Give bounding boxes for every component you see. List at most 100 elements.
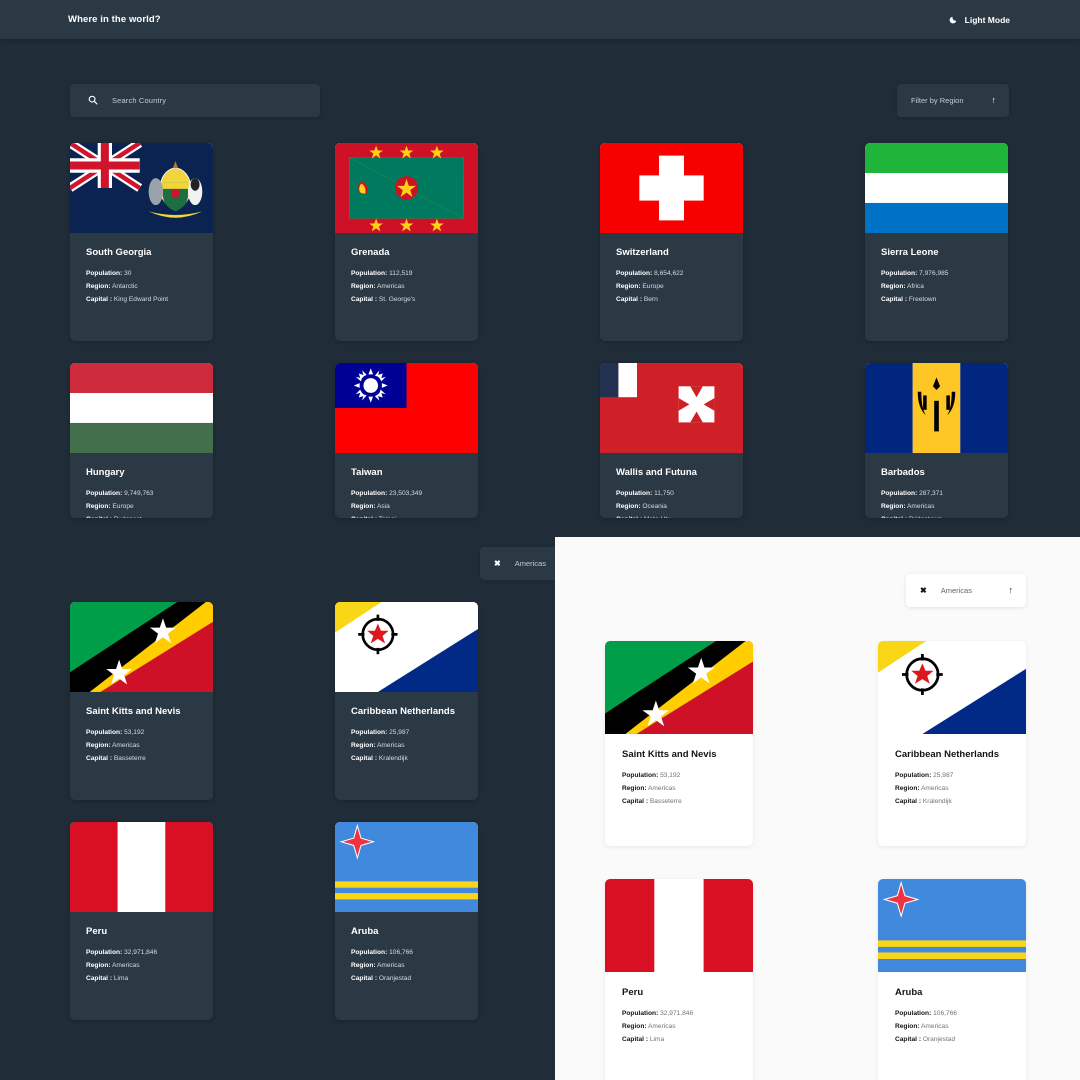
country-capital: Capital : Taipei	[351, 515, 462, 518]
country-card[interactable]: Aruba Population: 106,766 Region: Americas…	[335, 822, 478, 1020]
country-population: Population: 53,192	[86, 728, 145, 736]
country-capital: Capital : Basseterre	[622, 798, 682, 806]
country-capital: Capital : King Edward Point	[86, 296, 169, 304]
region-filter-dropdown[interactable]: Filter by Region ↑	[897, 84, 1009, 117]
country-card[interactable]: Saint Kitts and Nevis Population: 53,192 R…	[70, 602, 213, 800]
country-region: Region: Africa	[881, 283, 924, 291]
light-country-card[interactable]: Peru Population: 32,971,846 Region: Americ…	[605, 879, 753, 1080]
light-country-card[interactable]: Aruba Population: 106,766 Region: Americas…	[878, 879, 1026, 1080]
country-card[interactable]: Peru Population: 32,971,846 Region: Americ…	[70, 822, 213, 1020]
country-capital: Capital : Kralendijk	[351, 755, 408, 763]
flag-hungary	[70, 363, 213, 453]
country-region: Region: Americas	[622, 785, 676, 793]
moon-icon	[949, 15, 958, 24]
light-region-chip-label: Americas	[940, 586, 972, 595]
light-country-card-body: Aruba Population: 106,766 Region: Americas…	[878, 972, 1026, 1045]
country-card-body: Peru Population: 32,971,846 Region: Americ…	[70, 912, 213, 984]
country-region: Region: Americas	[86, 962, 140, 970]
country-region: Region: Oceania	[616, 503, 667, 511]
light-country-card[interactable]: Saint Kitts and Nevis Population: 53,192 R…	[605, 641, 753, 846]
country-name: Caribbean Netherlands	[351, 706, 455, 717]
country-capital: Capital : Kralendijk	[895, 798, 952, 806]
light-country-card[interactable]: Caribbean Netherlands Population: 25,987 R…	[878, 641, 1026, 846]
country-capital: Capital : Oranjestad	[351, 975, 412, 983]
close-icon[interactable]: ✖	[920, 586, 927, 595]
search-placeholder: Search Country	[112, 96, 167, 105]
country-capital: Capital : St. George's	[351, 296, 416, 304]
country-population: Population: 25,987	[895, 771, 954, 779]
country-card-body: Hungary Population: 9,749,763 Region: Euro…	[70, 453, 213, 518]
flag-saint-kitts-and-nevis	[70, 602, 213, 692]
country-card[interactable]: Barbados Population: 287,371 Region: Ameri…	[865, 363, 1008, 518]
country-capital: Capital : Bern	[616, 296, 658, 304]
country-name: Aruba	[895, 987, 923, 998]
flag-saint-kitts-and-nevis	[605, 641, 753, 734]
flag-taiwan	[335, 363, 478, 453]
country-card[interactable]: Hungary Population: 9,749,763 Region: Euro…	[70, 363, 213, 518]
country-population: Population: 287,371	[881, 489, 943, 497]
country-region: Region: Americas	[351, 742, 405, 750]
search-input[interactable]: Search Country	[70, 84, 320, 117]
light-country-card-body: Peru Population: 32,971,846 Region: Americ…	[605, 972, 753, 1045]
country-name: Saint Kitts and Nevis	[622, 749, 717, 760]
flag-sierra-leone	[865, 143, 1008, 233]
country-card[interactable]: Caribbean Netherlands Population: 25,987 R…	[335, 602, 478, 800]
country-card[interactable]: Taiwan Population: 23,503,349 Region: Asia…	[335, 363, 478, 518]
country-card[interactable]: Sierra Leone Population: 7,976,985 Region:…	[865, 143, 1008, 341]
country-capital: Capital : Oranjestad	[895, 1036, 956, 1044]
country-population: Population: 112,519	[351, 269, 413, 277]
country-population: Population: 106,766	[895, 1009, 957, 1017]
flag-south-georgia	[70, 143, 213, 233]
country-population: Population: 7,976,985	[881, 269, 949, 277]
flag-aruba	[335, 822, 478, 912]
flag-aruba	[878, 879, 1026, 972]
country-capital: Capital : Lima	[86, 975, 129, 983]
flag-peru	[605, 879, 753, 972]
flag-caribbean-netherlands	[878, 641, 1026, 734]
country-card-body: Taiwan Population: 23,503,349 Region: Asia…	[335, 453, 478, 518]
country-card-body: Switzerland Population: 8,654,622 Region: …	[600, 233, 743, 305]
country-capital: Capital : Mata-Utu	[616, 515, 727, 518]
country-card-body: Grenada Population: 112,519 Region: Americ…	[335, 233, 478, 305]
country-region: Region: Americas	[895, 1023, 949, 1031]
country-card-body: Caribbean Netherlands Population: 25,987 R…	[335, 692, 478, 764]
light-country-grid: Saint Kitts and Nevis Population: 53,192 R…	[605, 641, 1026, 1080]
country-name: Caribbean Netherlands	[895, 749, 999, 760]
country-card[interactable]: Switzerland Population: 8,654,622 Region: …	[600, 143, 743, 341]
flag-wallis-and-futuna	[600, 363, 743, 453]
country-capital: Capital : Freetown	[881, 296, 937, 304]
country-capital: Capital : Budapest	[86, 515, 197, 518]
controls-bar: Search Country Filter by Region ↑	[0, 39, 1080, 117]
flag-barbados	[865, 363, 1008, 453]
country-card[interactable]: Grenada Population: 112,519 Region: Americ…	[335, 143, 478, 341]
country-population: Population: 9,749,763	[86, 489, 154, 497]
search-icon	[88, 92, 98, 110]
country-name: Taiwan	[351, 467, 383, 478]
country-region: Region: Americas	[622, 1023, 676, 1031]
arrow-up-icon: ↑	[991, 95, 997, 105]
country-grid-row-1: South Georgia Population: 30 Region: Antar…	[0, 117, 1080, 341]
country-name: Wallis and Futuna	[616, 467, 697, 478]
country-card[interactable]: Wallis and Futuna Population: 11,750 Regio…	[600, 363, 743, 518]
country-population: Population: 32,971,846	[86, 948, 158, 956]
country-card-body: South Georgia Population: 30 Region: Antar…	[70, 233, 213, 305]
country-name: Switzerland	[616, 247, 669, 258]
country-card-body: Barbados Population: 287,371 Region: Ameri…	[865, 453, 1008, 518]
flag-peru	[70, 822, 213, 912]
light-region-filter-chip[interactable]: ✖ Americas ↑	[906, 574, 1026, 607]
country-region: Region: Americas	[895, 785, 949, 793]
country-population: Population: 8,654,622	[616, 269, 684, 277]
country-region: Region: Americas	[881, 503, 935, 511]
theme-toggle-button[interactable]: Light Mode	[949, 15, 1010, 25]
country-population: Population: 23,503,349	[351, 489, 423, 497]
light-country-card-body: Saint Kitts and Nevis Population: 53,192 R…	[605, 734, 753, 807]
country-population: Population: 106,766	[351, 948, 413, 956]
country-population: Population: 30	[86, 269, 132, 277]
country-capital: Capital : Lima	[622, 1036, 665, 1044]
country-capital: Capital : Bridgetown	[881, 515, 992, 518]
country-region: Region: Americas	[86, 742, 140, 750]
country-name: Grenada	[351, 247, 390, 258]
country-card[interactable]: South Georgia Population: 30 Region: Antar…	[70, 143, 213, 341]
close-icon[interactable]: ✖	[494, 559, 501, 568]
country-name: Saint Kitts and Nevis	[86, 706, 181, 717]
